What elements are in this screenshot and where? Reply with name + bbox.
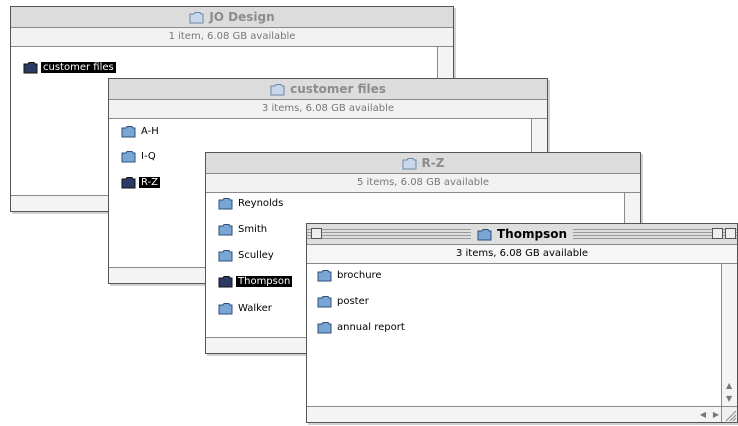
item-label: annual report <box>337 322 405 333</box>
info-bar: 1 item, 6.08 GB available <box>11 28 453 47</box>
horizontal-scrollbar[interactable]: ◀ ▶ <box>307 406 722 422</box>
item-label: Smith <box>238 224 268 235</box>
window-thompson[interactable]: Thompson 3 items, 6.08 GB available broc… <box>306 223 738 423</box>
window-title: Thompson <box>497 227 567 241</box>
scroll-down-arrow-icon[interactable]: ▼ <box>726 394 732 404</box>
folder-icon <box>121 177 136 189</box>
list-item[interactable]: brochure <box>317 269 384 282</box>
folder-icon <box>218 224 233 236</box>
item-label: R-Z <box>139 177 161 188</box>
item-label: Sculley <box>238 250 274 261</box>
list-item[interactable]: A-H <box>121 125 161 138</box>
info-bar: 3 items, 6.08 GB available <box>109 100 547 119</box>
window-content: brochure poster annual report ▲ ▼ ◀ ▶ <box>307 264 737 422</box>
titlebar[interactable]: JO Design <box>11 7 453 28</box>
list-item[interactable]: Reynolds <box>218 197 285 210</box>
info-bar: 5 items, 6.08 GB available <box>206 174 640 193</box>
scroll-right-arrow-icon[interactable]: ▶ <box>713 410 719 420</box>
titlebar[interactable]: Thompson <box>307 224 737 245</box>
list-item[interactable]: Sculley <box>218 249 276 262</box>
item-label: Reynolds <box>238 198 284 209</box>
resize-grip-icon[interactable] <box>721 406 737 422</box>
list-item[interactable]: Walker <box>218 302 274 315</box>
vertical-scrollbar[interactable]: ▲ ▼ <box>721 264 737 407</box>
folder-icon <box>189 11 204 23</box>
item-label: brochure <box>337 270 382 281</box>
titlebar[interactable]: R-Z <box>206 153 640 174</box>
folder-icon <box>218 250 233 262</box>
list-item[interactable]: annual report <box>317 321 407 334</box>
list-item[interactable]: Thompson <box>218 275 293 288</box>
item-label: Walker <box>238 303 272 314</box>
folder-icon <box>121 126 136 138</box>
folder-icon <box>23 62 38 74</box>
scroll-up-arrow-icon[interactable]: ▲ <box>726 381 732 391</box>
item-label: A-H <box>141 126 159 137</box>
scroll-left-arrow-icon[interactable]: ◀ <box>700 410 706 420</box>
resize-grip-lines <box>725 410 737 422</box>
window-title: R-Z <box>421 156 445 170</box>
folder-icon <box>270 83 285 95</box>
folder-icon <box>121 151 136 163</box>
item-label: poster <box>337 296 369 307</box>
list-item[interactable]: R-Z <box>121 176 161 189</box>
folder-icon <box>317 296 332 308</box>
titlebar[interactable]: customer files <box>109 79 547 100</box>
zoom-box[interactable] <box>712 228 723 239</box>
folder-icon <box>317 270 332 282</box>
close-box[interactable] <box>311 228 322 239</box>
folder-icon <box>218 276 233 288</box>
folder-icon <box>402 157 417 169</box>
window-title: JO Design <box>209 10 275 24</box>
list-item[interactable]: I-Q <box>121 150 158 163</box>
list-item[interactable]: customer files <box>23 61 116 74</box>
folder-icon <box>218 303 233 315</box>
list-item[interactable]: poster <box>317 295 371 308</box>
folder-icon <box>317 322 332 334</box>
folder-icon <box>218 198 233 210</box>
window-title: customer files <box>290 82 386 96</box>
item-label: customer files <box>41 62 116 73</box>
folder-icon <box>477 228 492 240</box>
list-item[interactable]: Smith <box>218 223 269 236</box>
item-label: I-Q <box>141 151 156 162</box>
info-bar: 3 items, 6.08 GB available <box>307 245 737 264</box>
item-label: Thompson <box>236 276 293 287</box>
collapse-box[interactable] <box>725 228 736 239</box>
